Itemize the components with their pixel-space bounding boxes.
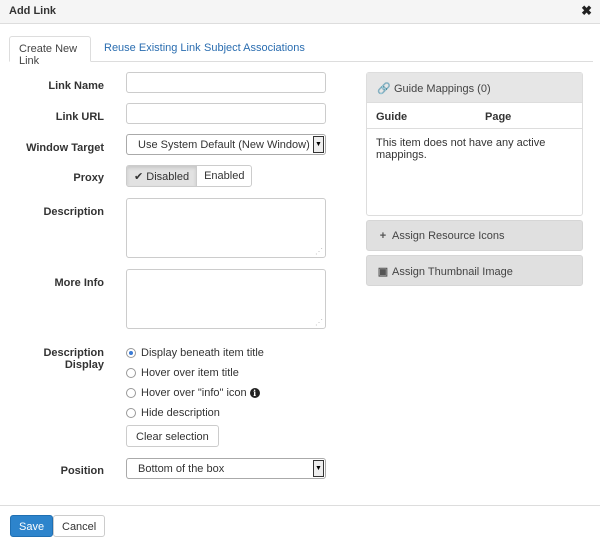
link-name-input[interactable]	[126, 72, 326, 93]
cancel-button[interactable]: Cancel	[53, 515, 106, 537]
window-target-select[interactable]: Use System Default (New Window) ▼	[126, 134, 326, 155]
position-value: Bottom of the box	[138, 463, 225, 475]
checkmark-icon: ✔	[134, 171, 144, 183]
assign-thumbnail-button[interactable]: ▣ Assign Thumbnail Image	[366, 255, 583, 286]
mappings-table-header: Guide Page	[367, 103, 582, 129]
tab-reuse-existing-link[interactable]: Reuse Existing Link	[95, 36, 210, 62]
radio-hover-item-title[interactable]: Hover over item title	[126, 366, 239, 380]
more-info-textarea[interactable]: ⋰	[126, 269, 326, 329]
assign-resource-icons-label: Assign Resource Icons	[392, 230, 505, 242]
description-label: Description	[43, 206, 104, 218]
radio-button[interactable]	[126, 388, 136, 398]
radio-label: Hover over item title	[141, 367, 239, 379]
dialog-title: Add Link	[9, 5, 57, 17]
resize-handle-icon[interactable]: ⋰	[315, 248, 323, 256]
radio-button[interactable]	[126, 408, 136, 418]
proxy-disabled-label: Disabled	[146, 171, 190, 183]
image-icon: ▣	[377, 266, 389, 278]
chevron-down-icon: ▼	[313, 136, 324, 153]
close-icon[interactable]: ✖	[581, 4, 592, 18]
dialog-titlebar: Add Link ✖	[0, 0, 600, 24]
mappings-empty-message: This item does not have any active mappi…	[376, 137, 546, 161]
tab-create-new-link[interactable]: Create New Link	[9, 36, 91, 67]
guide-mappings-header[interactable]: 🔗 Guide Mappings (0)	[367, 73, 582, 103]
radio-label: Display beneath item title	[141, 347, 264, 359]
guide-mappings-panel: 🔗 Guide Mappings (0) Guide Page This item…	[366, 72, 583, 216]
clear-selection-button[interactable]: Clear selection	[126, 425, 219, 447]
info-icon: i	[249, 388, 260, 398]
save-button[interactable]: Save	[10, 515, 54, 537]
proxy-enabled-option[interactable]: Enabled	[197, 166, 251, 186]
radio-hover-info-icon[interactable]: Hover over "info" icon i	[126, 386, 260, 400]
link-icon: 🔗	[377, 83, 391, 95]
proxy-disabled-option[interactable]: ✔ Disabled	[127, 166, 198, 186]
description-textarea[interactable]: ⋰	[126, 198, 326, 258]
tab-subject-associations[interactable]: Subject Associations	[195, 36, 314, 62]
position-select[interactable]: Bottom of the box ▼	[126, 458, 326, 479]
proxy-toggle: ✔ Disabled Enabled	[126, 165, 253, 187]
radio-button[interactable]	[126, 348, 136, 358]
more-info-label: More Info	[54, 277, 105, 289]
tab-bar: Create New Link Reuse Existing Link Subj…	[9, 36, 593, 67]
assign-resource-icons-button[interactable]: + Assign Resource Icons	[366, 220, 583, 251]
position-label: Position	[60, 465, 104, 477]
radio-label: Hover over "info" icon	[141, 387, 247, 399]
window-target-label: Window Target	[26, 142, 104, 154]
proxy-label: Proxy	[73, 172, 104, 184]
description-display-label: Description Display	[43, 347, 104, 371]
radio-display-beneath-title[interactable]: Display beneath item title	[126, 346, 264, 360]
dialog-footer: Save Cancel	[0, 505, 600, 541]
radio-button[interactable]	[126, 368, 136, 378]
window-target-value: Use System Default (New Window)	[138, 139, 310, 151]
resize-handle-icon[interactable]: ⋰	[315, 319, 323, 327]
chevron-down-icon: ▼	[313, 460, 324, 477]
link-url-input[interactable]	[126, 103, 326, 124]
plus-icon: +	[379, 230, 387, 242]
guide-mappings-title: Guide Mappings (0)	[394, 83, 491, 95]
column-page: Page	[485, 111, 512, 123]
column-guide: Guide	[376, 111, 408, 123]
link-url-label: Link URL	[55, 111, 104, 123]
link-name-label: Link Name	[48, 80, 104, 92]
radio-label: Hide description	[141, 407, 220, 419]
radio-hide-description[interactable]: Hide description	[126, 406, 220, 420]
assign-thumbnail-label: Assign Thumbnail Image	[392, 266, 513, 278]
